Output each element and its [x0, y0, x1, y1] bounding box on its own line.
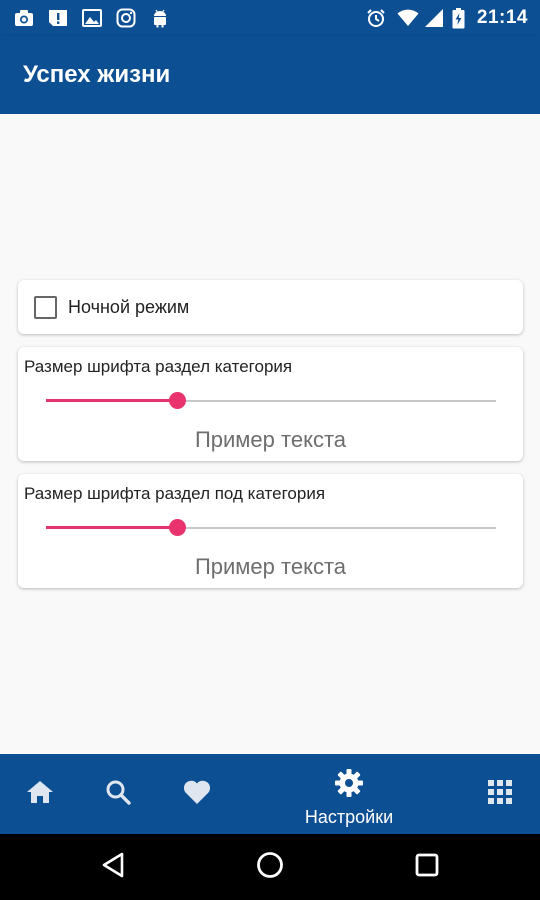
system-recents-button[interactable] [382, 834, 472, 900]
nav-search[interactable] [78, 754, 158, 834]
status-time: 21:14 [476, 7, 528, 28]
home-icon [26, 779, 54, 810]
gear-icon [334, 768, 364, 803]
signal-icon [424, 8, 444, 28]
nav-favorites[interactable] [157, 754, 237, 834]
alert-icon [48, 8, 68, 28]
image-icon [82, 8, 102, 28]
app-bar: Успех жизни [0, 36, 540, 114]
night-mode-checkbox[interactable] [34, 296, 57, 319]
nav-more[interactable] [460, 754, 540, 834]
settings-content: Ночной режим Размер шрифта раздел катего… [0, 114, 540, 754]
slider-fill [46, 399, 177, 402]
slider-thumb[interactable] [168, 519, 186, 536]
font-size-category-slider[interactable] [46, 392, 496, 410]
nav-home[interactable] [0, 754, 80, 834]
night-mode-card[interactable]: Ночной режим [18, 280, 523, 334]
slider-thumb[interactable] [168, 392, 186, 409]
search-icon [105, 779, 131, 810]
font-size-category-card: Размер шрифта раздел категория Пример те… [18, 347, 523, 461]
system-home-button[interactable] [225, 834, 315, 900]
status-bar: 21:14 [0, 0, 540, 36]
system-back-button[interactable] [68, 834, 158, 900]
font-size-subcategory-card: Размер шрифта раздел под категория Приме… [18, 474, 523, 588]
page-title: Успех жизни [23, 61, 171, 88]
home-circle-icon [256, 851, 284, 884]
recents-icon [415, 853, 439, 882]
grid-icon [488, 779, 512, 809]
nav-settings[interactable]: Настройки [290, 754, 408, 834]
bottom-navigation: Настройки [0, 754, 540, 834]
camera-icon [14, 8, 34, 28]
nav-settings-label: Настройки [304, 807, 394, 827]
font-size-subcategory-label: Размер шрифта раздел под категория [24, 484, 326, 503]
font-size-category-label: Размер шрифта раздел категория [24, 357, 293, 376]
android-icon [150, 8, 170, 28]
instagram-icon [116, 8, 136, 28]
slider-fill [46, 526, 177, 529]
battery-charging-icon [451, 7, 465, 28]
heart-icon [182, 778, 212, 810]
font-size-subcategory-slider[interactable] [46, 519, 496, 537]
wifi-icon [397, 8, 419, 28]
system-navigation-bar [0, 834, 540, 900]
night-mode-label: Ночной режим [68, 297, 190, 317]
font-size-subcategory-sample: Пример текста [194, 554, 347, 579]
font-size-category-sample: Пример текста [194, 427, 347, 452]
alarm-icon [366, 8, 386, 28]
back-icon [101, 852, 125, 883]
